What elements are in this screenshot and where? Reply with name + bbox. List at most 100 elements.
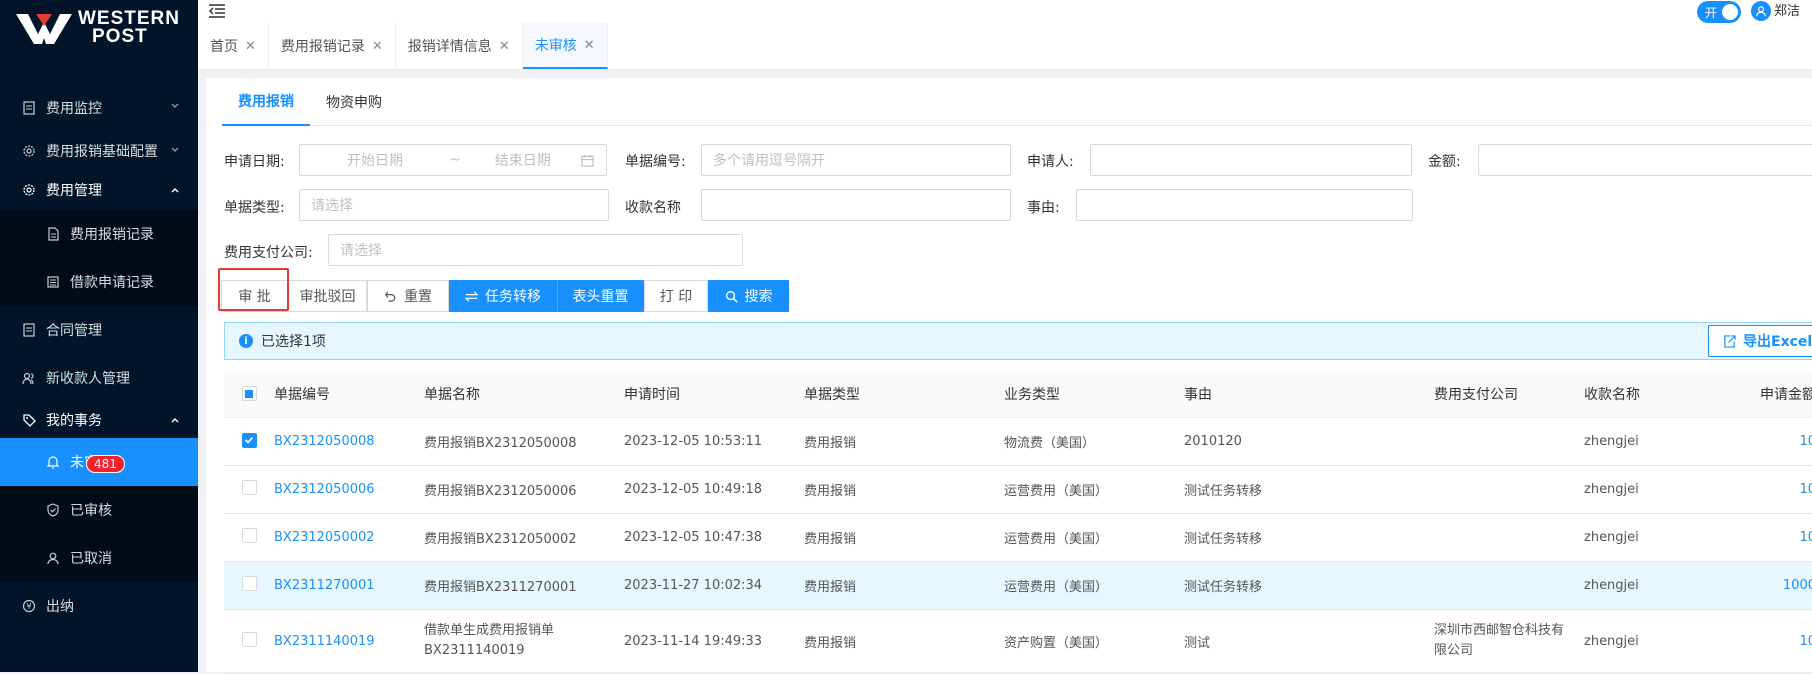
doc-type-cell: 费用报销 <box>804 417 1004 466</box>
task-transfer-button[interactable]: 任务转移 <box>449 280 557 312</box>
export-label: 导出Excel <box>1743 334 1812 350</box>
row-checkbox[interactable] <box>241 432 257 448</box>
date-separator: ~ <box>449 152 461 168</box>
export-excel-button[interactable]: 导出Excel <box>1708 325 1812 357</box>
sidebar-item-payee-management[interactable]: 新收款人管理 <box>0 354 198 402</box>
document-icon <box>22 101 36 115</box>
tab-expense-records[interactable]: 费用报销记录 ✕ <box>269 23 396 69</box>
column-header[interactable]: 单据编号 <box>274 371 424 418</box>
table-row[interactable]: BX2312050002 费用报销BX2312050002 2023-12-05… <box>224 513 1812 562</box>
table-row[interactable]: BX2312050006 费用报销BX2312050006 2023-12-05… <box>224 465 1812 514</box>
row-checkbox[interactable] <box>241 575 257 591</box>
applicant-label: 申请人: <box>1027 154 1074 170</box>
row-checkbox[interactable] <box>241 631 257 647</box>
tab-reimbursement-details[interactable]: 报销详情信息 ✕ <box>396 23 523 69</box>
sidebar-item-cancelled[interactable]: 已取消 <box>0 534 198 582</box>
sidebar-item-cashier[interactable]: ¥ 出纳 <box>0 582 198 630</box>
sidebar-item-expense-monitor[interactable]: 费用监控 <box>0 84 198 132</box>
user-icon <box>1756 6 1766 17</box>
doc-no-link[interactable]: BX2311140019 <box>274 609 424 674</box>
column-header[interactable]: 单据类型 <box>804 371 1004 418</box>
amount-link[interactable]: 1000 <box>1734 561 1812 610</box>
doc-type-select[interactable]: 请选择 <box>299 189 609 221</box>
sidebar-item-my-tasks[interactable]: 我的事务 <box>0 402 198 438</box>
reset-label: 重置 <box>404 289 432 305</box>
table-row[interactable]: BX2312050008 费用报销BX2312050008 2023-12-05… <box>224 417 1812 466</box>
close-icon[interactable]: ✕ <box>584 38 595 53</box>
doc-type-cell: 费用报销 <box>804 513 1004 562</box>
user-name[interactable]: 郑洁 <box>1774 0 1800 19</box>
column-header[interactable]: 单据名称 <box>424 371 624 418</box>
close-icon[interactable]: ✕ <box>499 39 510 54</box>
sidebar-item-expense-config[interactable]: 费用报销基础配置 <box>0 132 198 170</box>
apply-time-cell: 2023-12-05 10:49:18 <box>624 465 804 514</box>
avatar[interactable] <box>1751 1 1771 21</box>
reason-input[interactable] <box>1076 189 1413 221</box>
search-button[interactable]: 搜索 <box>708 280 789 312</box>
close-icon[interactable]: ✕ <box>245 39 256 54</box>
column-header[interactable]: 申请金额 <box>1734 371 1812 418</box>
amount-link[interactable]: 10 <box>1734 465 1812 514</box>
row-checkbox[interactable] <box>241 527 257 543</box>
search-icon <box>725 290 738 303</box>
records-table: 单据编号 单据名称 申请时间 单据类型 业务类型 事由 费用支付公司 收款名称 … <box>224 371 1812 674</box>
amount-link[interactable]: 10 <box>1734 417 1812 466</box>
table-row[interactable]: BX2311140019 借款单生成费用报销单BX2311140019 2023… <box>224 609 1812 674</box>
doc-no-link[interactable]: BX2311270001 <box>274 561 424 610</box>
header-reset-button[interactable]: 表头重置 <box>557 280 644 312</box>
payee-cell: zhengjei <box>1584 417 1734 466</box>
sidebar-item-loan-records[interactable]: 借款申请记录 <box>0 258 198 306</box>
tab-home[interactable]: 首页 ✕ <box>198 23 269 69</box>
subtab-material-purchase[interactable]: 物资申购 <box>310 78 398 126</box>
swap-icon <box>465 290 478 302</box>
select-all-checkbox[interactable] <box>241 386 257 402</box>
svg-text:¥: ¥ <box>26 602 31 611</box>
sidebar-item-unreviewed[interactable]: 未审 481 <box>0 438 198 486</box>
language-toggle[interactable]: 开 <box>1697 1 1741 23</box>
subtab-expense-reimbursement[interactable]: 费用报销 <box>222 78 310 126</box>
column-header[interactable]: 费用支付公司 <box>1434 371 1584 418</box>
info-icon: i <box>239 334 253 348</box>
column-header[interactable]: 申请时间 <box>624 371 804 418</box>
chevron-up-icon <box>171 418 179 423</box>
sidebar-item-reviewed[interactable]: 已审核 <box>0 486 198 534</box>
applicant-input[interactable] <box>1090 144 1412 176</box>
row-checkbox[interactable] <box>241 479 257 495</box>
sidebar-item-expense-records[interactable]: 费用报销记录 <box>0 210 198 258</box>
column-header[interactable]: 事由 <box>1184 371 1434 418</box>
sub-tabs: 费用报销 物资申购 <box>222 78 1812 126</box>
payee-input[interactable] <box>701 189 1011 221</box>
search-label: 搜索 <box>744 289 773 305</box>
company-select[interactable]: 请选择 <box>328 234 743 266</box>
sidebar-item-label: 借款申请记录 <box>70 275 154 291</box>
doc-no-input[interactable]: 多个请用逗号隔开 <box>701 144 1011 176</box>
tab-unreviewed[interactable]: 未审核 ✕ <box>522 23 608 69</box>
calendar-icon <box>581 154 594 167</box>
apply-time-cell: 2023-12-05 10:53:11 <box>624 417 804 466</box>
table-header: 单据编号 单据名称 申请时间 单据类型 业务类型 事由 费用支付公司 收款名称 … <box>224 371 1812 418</box>
sidebar-item-contract-management[interactable]: 合同管理 <box>0 306 198 354</box>
sidebar-item-expense-management[interactable]: 费用管理 <box>0 170 198 210</box>
payee-label: 收款名称 <box>625 200 681 216</box>
reset-button[interactable]: 重置 <box>367 280 449 312</box>
amount-input[interactable] <box>1478 144 1812 176</box>
print-button[interactable]: 打 印 <box>644 280 708 312</box>
payee-cell: zhengjei <box>1584 513 1734 562</box>
doc-no-link[interactable]: BX2312050002 <box>274 513 424 562</box>
close-icon[interactable]: ✕ <box>372 39 383 54</box>
column-header[interactable]: 收款名称 <box>1584 371 1734 418</box>
doc-no-link[interactable]: BX2312050008 <box>274 417 424 466</box>
amount-link[interactable]: 10 <box>1734 513 1812 562</box>
chevron-down-icon <box>171 103 179 108</box>
reject-button[interactable]: 审批驳回 <box>288 280 367 312</box>
doc-type-cell: 费用报销 <box>804 609 1004 674</box>
chevron-up-icon <box>171 188 179 193</box>
table-row[interactable]: BX2311270001 费用报销BX2311270001 2023-11-27… <box>224 561 1812 610</box>
menu-fold-icon[interactable] <box>208 3 226 19</box>
apply-time-cell: 2023-12-05 10:47:38 <box>624 513 804 562</box>
selection-count: 已选择1项 <box>261 334 326 350</box>
amount-link[interactable]: 10 <box>1734 609 1812 674</box>
doc-no-link[interactable]: BX2312050006 <box>274 465 424 514</box>
column-header[interactable]: 业务类型 <box>1004 371 1184 418</box>
date-range-picker[interactable]: 开始日期 ~ 结束日期 <box>299 144 607 176</box>
